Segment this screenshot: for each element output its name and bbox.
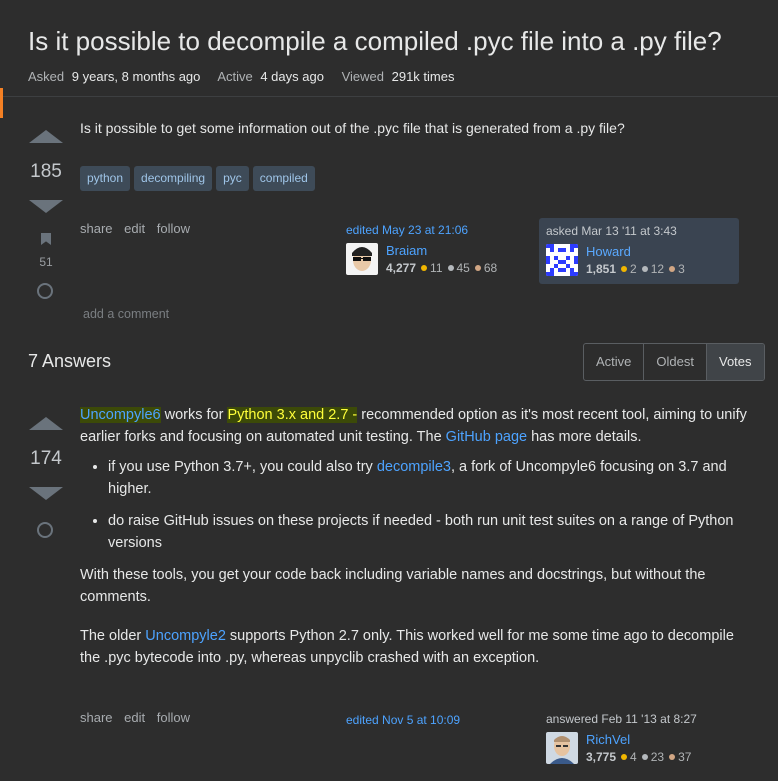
asker-avatar[interactable]	[546, 244, 578, 276]
decompile3-link[interactable]: decompile3	[377, 459, 451, 475]
header-divider	[0, 96, 778, 97]
python-version-highlight: Python 3.x and 2.7 -	[227, 407, 358, 423]
asked-date: asked Mar 13 '11 at 3:43	[546, 224, 677, 238]
page-title[interactable]: Is it possible to decompile a compiled .…	[28, 26, 722, 57]
tag-pyc[interactable]: pyc	[216, 166, 249, 191]
answer-paragraph-3: The older Uncompyle2 supports Python 2.7…	[80, 628, 734, 666]
tag-python[interactable]: python	[80, 166, 131, 191]
answer-actions: share edit follow	[80, 710, 198, 725]
answerer-reputation: 3,775 4 23 37	[586, 750, 692, 764]
bookmark-icon[interactable]	[41, 233, 51, 245]
github-page-link[interactable]: GitHub page	[446, 429, 527, 445]
answer-paragraph-2: With these tools, you get your code back…	[80, 567, 706, 605]
uncompyle6-link[interactable]: Uncompyle6	[80, 407, 161, 423]
asked-label: Asked	[28, 69, 65, 84]
question-upvote-icon[interactable]	[29, 130, 63, 143]
asker-card: asked Mar 13 '11 at 3:43 Howard 1,851 2 12…	[539, 218, 739, 284]
question-vote-count: 185	[30, 161, 62, 182]
answer-follow-link[interactable]: follow	[157, 710, 190, 725]
answer-vote-count: 174	[30, 448, 62, 469]
edited-link[interactable]: edited May 23 at 21:06	[346, 223, 497, 237]
follow-link[interactable]: follow	[157, 221, 190, 236]
answer-edit-link[interactable]: edit	[124, 710, 145, 725]
share-link[interactable]: share	[80, 221, 113, 236]
answer-paragraph-1: Uncompyle6 works for Python 3.x and 2.7 …	[80, 407, 747, 445]
question-body: Is it possible to get some information o…	[80, 120, 625, 136]
add-comment-link[interactable]: add a comment	[83, 307, 169, 321]
asker-reputation: 1,851 2 12 3	[586, 262, 685, 276]
answers-count-heading: 7 Answers	[28, 351, 112, 371]
history-icon[interactable]	[37, 283, 53, 299]
question-actions: share edit follow	[80, 221, 198, 236]
answer-downvote-icon[interactable]	[29, 487, 63, 500]
tab-oldest[interactable]: Oldest	[644, 344, 707, 380]
answer-share-link[interactable]: share	[80, 710, 113, 725]
list-item: if you use Python 3.7+, you could also t…	[108, 456, 750, 500]
editor-name[interactable]: Braiam	[386, 243, 497, 258]
answered-date: answered Feb 11 '13 at 8:27	[546, 712, 697, 726]
question-meta: Asked 9 years, 8 months ago Active 4 day…	[28, 69, 458, 84]
question-downvote-icon[interactable]	[29, 200, 63, 213]
uncompyle2-link[interactable]: Uncompyle2	[145, 628, 226, 644]
list-item: do raise GitHub issues on these projects…	[108, 510, 750, 554]
viewed-label: Viewed	[341, 69, 384, 84]
tab-votes[interactable]: Votes	[706, 344, 764, 380]
tag-compiled[interactable]: compiled	[252, 166, 315, 191]
answer-history-icon[interactable]	[37, 522, 53, 538]
sidebar-accent	[0, 88, 3, 118]
answer-body: Uncompyle6 works for Python 3.x and 2.7 …	[80, 404, 750, 669]
viewed-value: 291k times	[391, 69, 455, 84]
bookmark-count: 51	[39, 255, 53, 269]
answer-edited-link[interactable]: edited Nov 5 at 10:09	[346, 713, 460, 727]
answer-bullet-list: if you use Python 3.7+, you could also t…	[80, 456, 750, 554]
answer-upvote-icon[interactable]	[29, 417, 63, 430]
tag-list: python decompiling pyc compiled	[80, 166, 315, 191]
editor-card: edited May 23 at 21:06 Braiam 4,277 11 45 6…	[346, 223, 497, 275]
editor-reputation: 4,277 11 45 68	[386, 261, 498, 275]
answerer-card: answered Feb 11 '13 at 8:27 RichVel 3,77…	[546, 712, 697, 764]
active-label: Active	[217, 69, 253, 84]
asker-name[interactable]: Howard	[586, 244, 685, 259]
asked-value: 9 years, 8 months ago	[71, 69, 201, 84]
answer-sort-tabs: Active Oldest Votes	[583, 343, 765, 381]
tag-decompiling[interactable]: decompiling	[134, 166, 213, 191]
editor-avatar[interactable]	[346, 243, 378, 275]
edit-link[interactable]: edit	[124, 221, 145, 236]
tab-active[interactable]: Active	[584, 344, 645, 380]
active-value[interactable]: 4 days ago	[260, 69, 324, 84]
answerer-name[interactable]: RichVel	[586, 732, 691, 747]
answerer-avatar[interactable]	[546, 732, 578, 764]
